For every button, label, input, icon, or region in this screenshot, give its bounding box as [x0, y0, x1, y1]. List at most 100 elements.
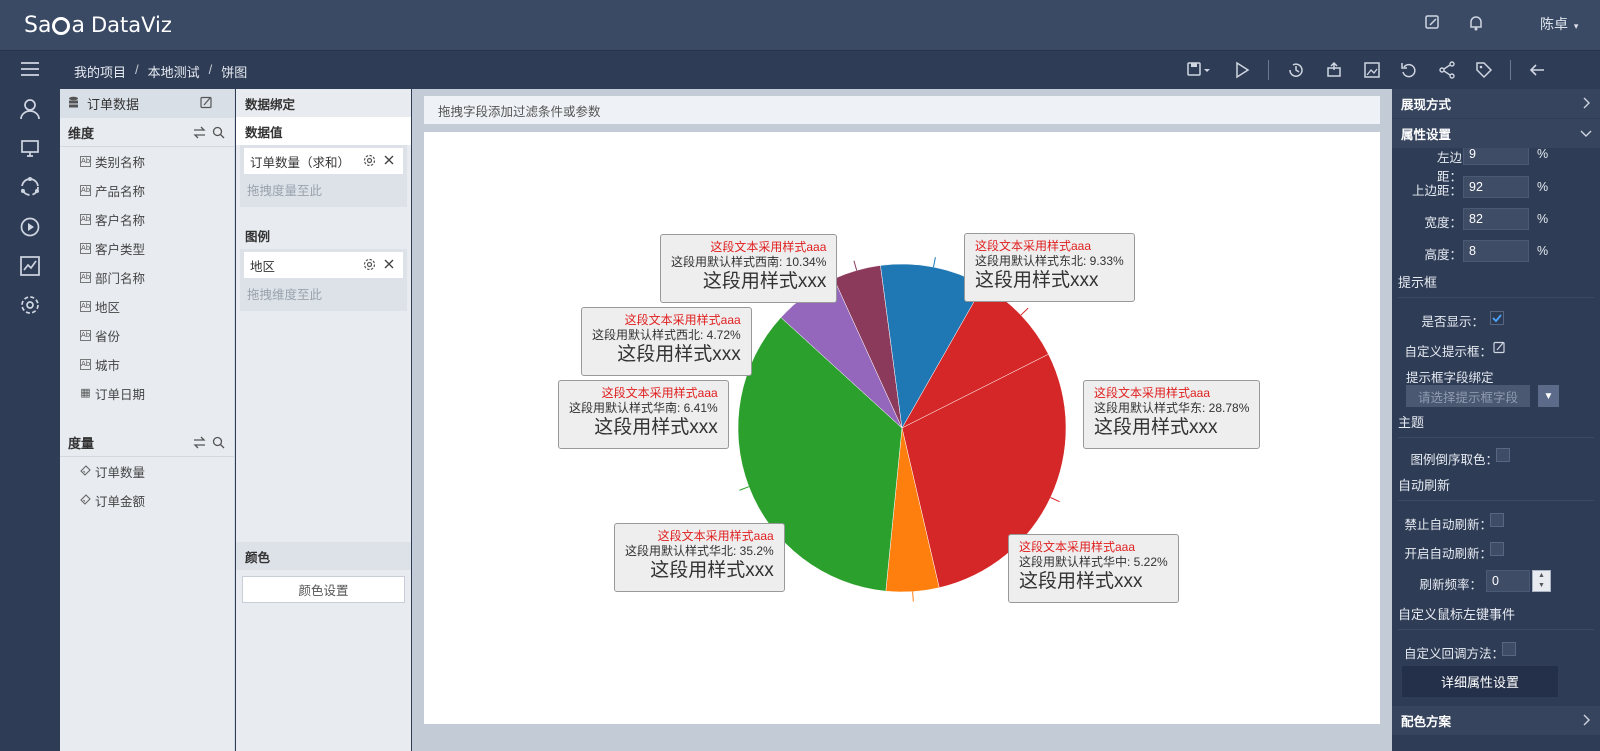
breadcrumb-pie-chart: 饼图 [221, 65, 248, 80]
close-icon[interactable] [383, 258, 397, 272]
save-icon[interactable] [1186, 60, 1210, 80]
search-icon[interactable] [212, 436, 226, 450]
pie-label-big: 这段用样式xxx [1019, 571, 1143, 592]
ruler-icon [80, 493, 91, 508]
edit-dataset-icon[interactable] [200, 96, 214, 110]
history-icon[interactable] [1286, 60, 1306, 80]
user-name: 陈卓 [1540, 16, 1568, 32]
unit-label: % [1537, 148, 1549, 161]
breadcrumb-projects[interactable]: 我的项目 [74, 62, 126, 81]
filter-drop-zone[interactable]: 拖拽字段添加过滤条件或参数 [424, 96, 1380, 124]
monitor-icon[interactable] [19, 137, 41, 159]
user-icon[interactable] [19, 98, 41, 120]
share-icon[interactable] [1437, 60, 1457, 80]
callback-checkbox[interactable] [1502, 642, 1516, 656]
dataset-name[interactable]: 订单数据 [87, 94, 139, 113]
swap-icon[interactable] [193, 436, 207, 450]
display-mode-header[interactable]: 展现方式 [1392, 89, 1600, 118]
stepper-icon[interactable]: ▲ ▼ [1532, 570, 1551, 592]
disable-refresh-checkbox[interactable] [1490, 513, 1504, 527]
tooltip-field-select[interactable]: 请选择提示框字段 [1406, 385, 1530, 407]
dimension-field[interactable]: Ab 城市 [60, 350, 234, 379]
value-drop-zone[interactable]: 订单数量（求和） 拖拽度量至此 [240, 145, 407, 207]
chevron-right-icon [1580, 714, 1592, 726]
legend-title: 图例 [245, 229, 271, 244]
pie-chart[interactable]: 这段文本采用样式aaa 这段用默认样式西南: 10.34% 这段用样式xxx 这段文本… [424, 132, 1380, 724]
enable-refresh-checkbox[interactable] [1490, 542, 1504, 556]
width-input[interactable]: 82 [1463, 208, 1529, 230]
pie-leader-line [853, 260, 858, 271]
pie-label-big: 这段用样式xxx [975, 270, 1099, 291]
swap-icon[interactable] [193, 126, 207, 140]
legend-reverse-checkbox[interactable] [1496, 448, 1510, 462]
text-field-icon: Ab [80, 330, 91, 341]
field-label: 客户名称 [95, 214, 146, 228]
back-arrow-icon[interactable] [1527, 60, 1547, 80]
breadcrumb-local-test[interactable]: 本地测试 [148, 62, 200, 81]
gear-icon[interactable] [19, 294, 41, 316]
top-margin-input[interactable]: 92 [1463, 176, 1529, 198]
color-scheme-title: 配色方案 [1401, 715, 1452, 729]
dimension-field[interactable]: Ab 客户类型 [60, 234, 234, 263]
property-settings-header[interactable]: 属性设置 [1392, 119, 1600, 148]
play-circle-icon[interactable] [19, 216, 41, 238]
close-icon[interactable] [383, 154, 397, 168]
refresh-rate-row: 刷新频率： 0 ▲ ▼ [1392, 568, 1600, 594]
pie-label-default: 这段用默认样式华中: 5.22% [1019, 555, 1168, 569]
width-row: 宽度： 82 % [1392, 206, 1600, 232]
left-margin-input[interactable]: 9 [1463, 148, 1529, 165]
left-margin-row: 左边距： 9 % [1392, 148, 1600, 184]
measure-field[interactable]: 订单数量 [60, 457, 234, 486]
legend-chip[interactable]: 地区 [244, 252, 403, 278]
dimension-field[interactable]: ▦ 订单日期 [60, 379, 234, 408]
dimension-field[interactable]: Ab 地区 [60, 292, 234, 321]
search-icon[interactable] [212, 126, 226, 140]
legend-drop-zone[interactable]: 地区 拖拽维度至此 [240, 249, 407, 311]
edit-icon[interactable] [1424, 14, 1444, 34]
pie-leader-line [932, 257, 936, 268]
cycle-icon[interactable] [19, 176, 41, 198]
color-scheme-header[interactable]: 配色方案 [1392, 706, 1600, 735]
value-drop-hint: 拖拽度量至此 [247, 183, 323, 198]
properties-scroll[interactable]: 左边距： 9 % 上边距： 92 % 宽度： 82 % 高度： 8 % 提示框 … [1392, 148, 1600, 751]
detail-settings-button[interactable]: 详细属性设置 [1402, 666, 1558, 697]
dimension-field[interactable]: Ab 产品名称 [60, 176, 234, 205]
dimension-field[interactable]: Ab 类别名称 [60, 147, 234, 176]
value-chip[interactable]: 订单数量（求和） [244, 148, 403, 174]
image-icon[interactable] [1362, 60, 1382, 80]
gear-icon[interactable] [363, 154, 377, 168]
canvas-area: 拖拽字段添加过滤条件或参数 这段文本采用样式aaa 这段用默认样式西南: 10.3… [412, 89, 1392, 751]
dimension-field[interactable]: Ab 省份 [60, 321, 234, 350]
chart-icon[interactable] [19, 255, 41, 277]
refresh-rate-input[interactable]: 0 [1486, 570, 1530, 592]
user-menu[interactable]: 陈卓 ▾ [1540, 14, 1578, 34]
click-event-group-title: 自定义鼠标左键事件 [1398, 604, 1594, 630]
refresh-icon[interactable] [1399, 60, 1419, 80]
gear-icon[interactable] [363, 258, 377, 272]
dropdown-arrow-icon[interactable]: ▼ [1538, 385, 1559, 407]
breadcrumb: 我的项目 / 本地测试 / 饼图 [74, 62, 248, 81]
field-label: 客户类型 [95, 243, 146, 257]
measure-field[interactable]: 订单金额 [60, 486, 234, 515]
field-label: 类别名称 [95, 156, 146, 170]
height-label: 高度： [1424, 248, 1462, 262]
dimension-field[interactable]: Ab 客户名称 [60, 205, 234, 234]
dataset-header: 订单数据 [60, 89, 234, 118]
pie-label-box: 这段文本采用样式aaa 这段用默认样式华东: 28.78% 这段用样式xxx [1083, 380, 1261, 449]
pie-label-big: 这段用样式xxx [702, 271, 827, 292]
publish-icon[interactable] [1324, 60, 1344, 80]
logo-brand: DataViz [90, 13, 172, 37]
text-field-icon: Ab [80, 359, 91, 370]
tag-icon[interactable] [1474, 60, 1494, 80]
edit-icon[interactable] [1493, 341, 1506, 354]
show-tooltip-checkbox[interactable] [1490, 311, 1504, 325]
color-settings-button[interactable]: 颜色设置 [242, 576, 405, 603]
height-input[interactable]: 8 [1463, 240, 1529, 262]
hamburger-menu-icon[interactable] [20, 59, 40, 79]
binding-title: 数据绑定 [245, 97, 296, 112]
dimension-field[interactable]: Ab 部门名称 [60, 263, 234, 292]
bell-icon[interactable] [1467, 14, 1487, 34]
play-icon[interactable] [1232, 60, 1252, 80]
top-margin-label: 上边距： [1412, 184, 1463, 198]
logo-mark [52, 17, 71, 35]
